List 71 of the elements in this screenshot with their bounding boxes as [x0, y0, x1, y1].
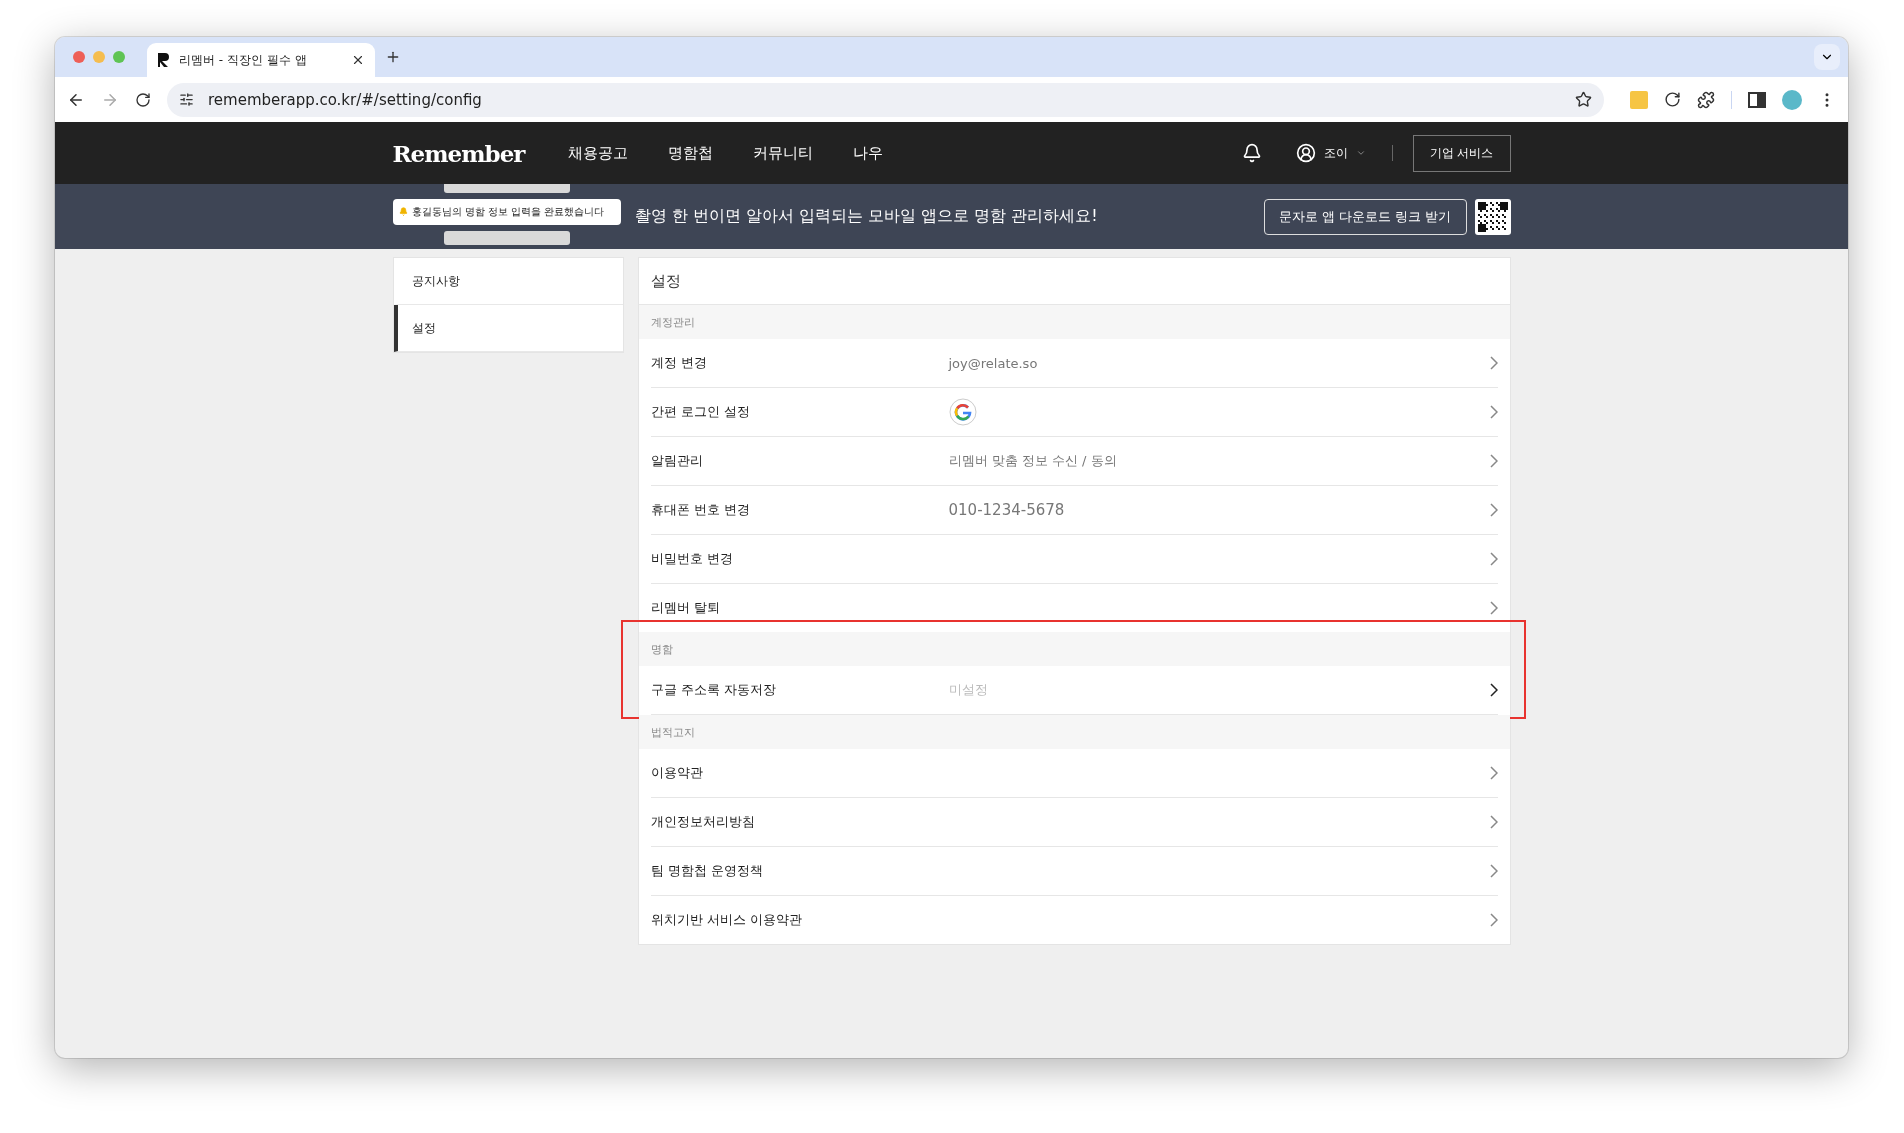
chevron-right-icon	[1489, 815, 1498, 829]
settings-row[interactable]: 이용약관	[650, 749, 1498, 798]
google-icon	[948, 398, 977, 426]
sms-download-button[interactable]: 문자로 앱 다운로드 링크 받기	[1263, 198, 1467, 235]
setting-label: 리멤버 탈퇴	[650, 599, 721, 617]
section-header: 명함	[638, 632, 1510, 666]
chevron-right-icon	[1489, 601, 1498, 615]
settings-row[interactable]: 개인정보처리방침	[650, 798, 1498, 847]
star-icon[interactable]	[1575, 91, 1592, 108]
sliders-icon[interactable]	[179, 92, 194, 107]
tab-title: 리멤버 - 직장인 필수 앱	[179, 51, 308, 69]
chevron-right-icon	[1489, 552, 1498, 566]
setting-label: 이용약관	[650, 764, 704, 782]
setting-label: 위치기반 서비스 이용약관	[650, 911, 803, 929]
new-tab-icon[interactable]	[385, 49, 401, 65]
nav-link[interactable]: 명함첩	[668, 143, 714, 163]
url-text: rememberapp.co.kr/#/setting/config	[208, 90, 483, 109]
sidebar-item[interactable]: 공지사항	[393, 258, 623, 305]
nav-link[interactable]: 커뮤니티	[753, 143, 814, 163]
chevron-right-icon	[1489, 864, 1498, 878]
chevron-right-icon	[1489, 503, 1498, 517]
setting-value: joy@relate.so	[948, 355, 1039, 371]
setting-label: 간편 로그인 설정	[650, 403, 751, 421]
tab-list-button[interactable]	[1814, 44, 1840, 70]
setting-label: 비밀번호 변경	[650, 550, 734, 568]
nav-link[interactable]: 채용공고	[568, 143, 629, 163]
settings-row[interactable]: 알림관리 리멤버 맞춤 정보 수신 / 동의	[650, 437, 1498, 486]
section-header: 계정관리	[638, 305, 1510, 339]
settings-row[interactable]: 위치기반 서비스 이용약관	[650, 896, 1498, 944]
business-service-button[interactable]: 기업 서비스	[1412, 134, 1511, 172]
chevron-right-icon	[1489, 683, 1498, 697]
settings-row[interactable]: 간편 로그인 설정	[650, 388, 1498, 437]
r-logo-icon	[157, 52, 171, 68]
chevron-right-icon	[1489, 913, 1498, 927]
settings-row[interactable]: 계정 변경 joy@relate.so	[650, 339, 1498, 388]
setting-label: 계정 변경	[650, 354, 708, 372]
banner-headline: 촬영 한 번이면 알아서 입력되는 모바일 앱으로 명함 관리하세요!	[634, 206, 1098, 227]
setting-value: 010-1234-5678	[948, 501, 1066, 519]
setting-value: 미설정	[948, 681, 989, 699]
setting-label: 팀 명함첩 운영정책	[650, 862, 764, 880]
settings-row[interactable]: 비밀번호 변경	[650, 535, 1498, 584]
setting-label: 휴대폰 번호 변경	[650, 501, 751, 519]
address-bar[interactable]: rememberapp.co.kr/#/setting/config	[167, 82, 1604, 117]
sidebar-item[interactable]: 설정	[393, 305, 623, 352]
chevron-right-icon	[1489, 454, 1498, 468]
chevron-right-icon	[1489, 766, 1498, 780]
bell-icon	[398, 207, 408, 216]
close-icon[interactable]	[351, 53, 365, 67]
nav-link[interactable]: 나우	[853, 143, 884, 163]
puzzle-icon[interactable]	[1697, 90, 1715, 109]
reload-icon[interactable]	[135, 91, 151, 108]
user-menu[interactable]: 조이	[1289, 142, 1372, 164]
chevron-right-icon	[1489, 405, 1498, 419]
browser-tab[interactable]: 리멤버 - 직장인 필수 앱	[147, 43, 375, 77]
window-close-button[interactable]	[73, 51, 85, 63]
logo[interactable]: Remember	[392, 139, 525, 167]
setting-value: 리멤버 맞춤 정보 수신 / 동의	[948, 452, 1118, 470]
setting-label: 개인정보처리방침	[650, 813, 756, 831]
chevron-right-icon	[1489, 356, 1498, 370]
notification-text: 홍길동님의 명함 정보 입력을 완료했습니다	[411, 204, 605, 219]
settings-row[interactable]: 팀 명함첩 운영정책	[650, 847, 1498, 896]
qr-code	[1474, 198, 1511, 235]
chevron-down-icon	[1355, 148, 1366, 158]
user-icon	[1295, 143, 1316, 163]
settings-row[interactable]: 휴대폰 번호 변경 010-1234-5678	[650, 486, 1498, 535]
side-panel-icon[interactable]	[1748, 91, 1766, 108]
bell-icon[interactable]	[1241, 143, 1262, 163]
section-header: 법적고지	[638, 715, 1510, 749]
setting-label: 알림관리	[650, 452, 704, 470]
setting-label: 구글 주소록 자동저장	[650, 681, 777, 699]
settings-row[interactable]: 리멤버 탈퇴	[650, 584, 1498, 632]
